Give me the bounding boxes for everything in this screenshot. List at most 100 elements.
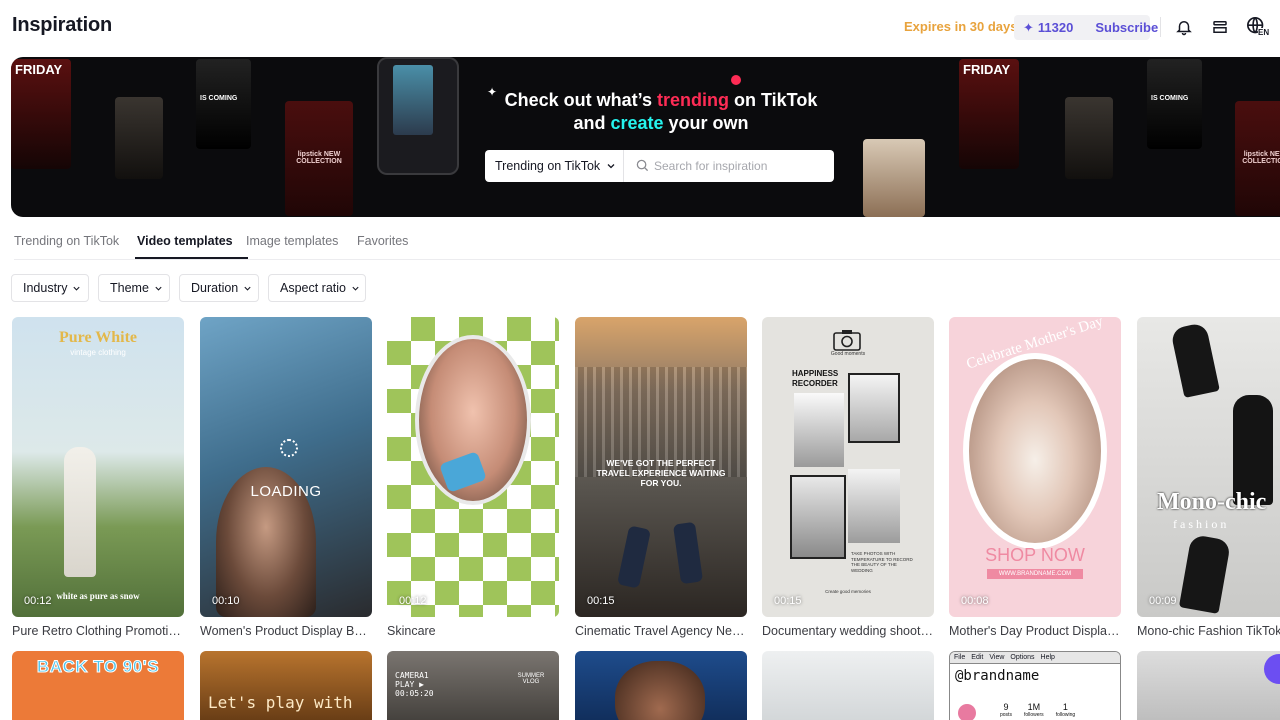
- banner-line-2: and create your own: [573, 113, 749, 133]
- card-overlay-top: Good moments: [830, 351, 866, 357]
- card-figure: [1178, 534, 1232, 614]
- banner-thumbnail: FRIDAY: [959, 59, 1019, 169]
- duration-label: 00:09: [1149, 595, 1177, 607]
- filter-industry[interactable]: Industry: [11, 274, 89, 302]
- template-card[interactable]: [575, 651, 747, 720]
- card-title[interactable]: Pure Retro Clothing Promotion...: [12, 624, 184, 638]
- duration-label: 00:10: [212, 595, 240, 607]
- duration-label: 00:12: [399, 595, 427, 607]
- card-overlay-subtitle: vintage clothing: [70, 348, 126, 357]
- card-overlay-bottom: Create good memories: [825, 589, 871, 594]
- avatar: [958, 704, 976, 720]
- template-card[interactable]: CAMERA1 PLAY ▶ 00:05:20 SUMMER VLOG: [387, 651, 559, 720]
- divider: [1160, 17, 1161, 37]
- template-tabs: Trending on TikTok Video templates Image…: [14, 234, 1280, 260]
- bell-icon[interactable]: [1173, 16, 1195, 38]
- chevron-down-icon: [73, 286, 81, 291]
- phone-mockup: [377, 57, 459, 175]
- tab-image-templates[interactable]: Image templates: [246, 234, 338, 248]
- card-overlay-title: WE'VE GOT THE PERFECT TRAVEL EXPERIENCE …: [596, 458, 726, 488]
- card-overlay-title: Let's play with: [208, 693, 353, 712]
- chevron-down-icon: [155, 286, 162, 291]
- decor-dot: [731, 75, 741, 85]
- duration-label: 00:12: [24, 595, 52, 607]
- card-photo: [790, 475, 846, 559]
- tab-video-templates[interactable]: Video templates: [137, 234, 233, 248]
- template-card[interactable]: BACK TO 90'S: [12, 651, 184, 720]
- card-overlay-subtitle: SUMMER VLOG: [517, 673, 545, 685]
- card-overlay-title: HAPPINESS RECORDER: [792, 369, 839, 388]
- search-scope-value: Trending on TikTok: [495, 159, 601, 173]
- language-code: EN: [1258, 28, 1270, 37]
- active-tab-indicator: [135, 257, 248, 259]
- card-title[interactable]: Skincare: [387, 624, 559, 638]
- search-scope-select[interactable]: Trending on TikTok: [485, 150, 624, 182]
- duration-label: 00:08: [961, 595, 989, 607]
- card-menu-bar: File Edit View Options Help: [950, 652, 1120, 664]
- card-photo: [794, 393, 844, 467]
- card-overlay-subtitle: SHOP NOW: [985, 545, 1085, 565]
- banner-line-1: Check out what’s trending on TikTok: [504, 90, 818, 110]
- card-title[interactable]: Mono-chic Fashion TikTok S...: [1137, 624, 1280, 638]
- credits-pill: ✦ 11320 Subscribe: [1014, 15, 1158, 40]
- stack-icon[interactable]: [1209, 16, 1231, 38]
- filter-theme[interactable]: Theme: [98, 274, 170, 302]
- card-overlay-title: Mono-chic: [1157, 489, 1267, 515]
- credits-count: 11320: [1037, 20, 1074, 35]
- template-card[interactable]: Let's play with: [200, 651, 372, 720]
- card-figure: [963, 353, 1107, 549]
- duration-label: 00:15: [587, 595, 615, 607]
- loading-spinner-icon: [280, 439, 298, 457]
- banner-thumbnail: IS COMING: [1147, 59, 1202, 149]
- banner-thumbnail: [1065, 97, 1113, 179]
- card-overlay-title: BACK TO 90'S: [36, 657, 160, 677]
- tab-favorites[interactable]: Favorites: [357, 234, 408, 248]
- template-card[interactable]: File Edit View Options Help @brandname 9 post…: [949, 651, 1121, 720]
- chevron-down-icon: [244, 286, 251, 291]
- template-card[interactable]: Celebrate Mother's Day SHOP NOW WWW.BRAN…: [949, 317, 1121, 617]
- template-card[interactable]: [762, 651, 934, 720]
- banner-thumbnail: [115, 97, 163, 179]
- card-figure: [617, 525, 651, 589]
- duration-label: 00:15: [774, 595, 802, 607]
- template-card[interactable]: Mono-chic fashion 00:09: [1137, 317, 1280, 617]
- banner-thumbnail: FRIDAY: [11, 59, 71, 169]
- card-photo: [848, 373, 900, 443]
- subscribe-button[interactable]: Subscribe: [1095, 20, 1158, 35]
- search-icon: [636, 159, 649, 172]
- template-card[interactable]: WE'VE GOT THE PERFECT TRAVEL EXPERIENCE …: [575, 317, 747, 617]
- template-card[interactable]: Pure White vintage clothing white as pur…: [12, 317, 184, 617]
- banner-thumbnail: IS COMING: [196, 59, 251, 149]
- template-card[interactable]: LOADING 00:10: [200, 317, 372, 617]
- expiry-notice: Expires in 30 days: [904, 19, 1018, 34]
- template-card[interactable]: Good moments HAPPINESS RECORDER TAKE PHO…: [762, 317, 934, 617]
- card-photo: [848, 469, 900, 543]
- sparkle-icon: ✦: [1023, 19, 1034, 35]
- card-overlay-title: Pure White: [58, 329, 138, 346]
- card-title[interactable]: Documentary wedding shooting: [762, 624, 934, 638]
- card-title[interactable]: Women's Product Display Beat...: [200, 624, 372, 638]
- card-title[interactable]: Mother's Day Product Display ...: [949, 624, 1121, 638]
- template-card[interactable]: 00:12: [387, 317, 559, 617]
- filter-aspect-ratio[interactable]: Aspect ratio: [268, 274, 366, 302]
- card-overlay-subtitle: fashion: [1173, 517, 1230, 531]
- card-overlay-title: LOADING: [250, 483, 322, 500]
- banner-headline: Check out what’s trending on TikTok and …: [481, 89, 841, 135]
- camera-icon: [833, 330, 861, 351]
- chevron-down-icon: [607, 164, 615, 169]
- card-figure: [615, 661, 705, 720]
- page-title: Inspiration: [12, 14, 113, 36]
- template-card[interactable]: [1137, 651, 1280, 720]
- top-bar: Inspiration Expires in 30 days ✦ 11320 S…: [0, 0, 1280, 56]
- globe-language-icon[interactable]: EN: [1246, 16, 1270, 38]
- filter-duration[interactable]: Duration: [179, 274, 259, 302]
- card-overlay-title: CAMERA1 PLAY ▶ 00:05:20: [395, 671, 434, 698]
- tab-trending-on-tiktok[interactable]: Trending on TikTok: [14, 234, 119, 248]
- card-title[interactable]: Cinematic Travel Agency New ...: [575, 624, 747, 638]
- card-overlay-bottom: WWW.BRANDNAME.COM: [987, 569, 1083, 579]
- card-figure: [672, 521, 704, 585]
- banner-thumbnail: [863, 139, 925, 217]
- card-overlay-subtitle: TAKE PHOTOS WITH TEMPERATURE TO RECORD T…: [851, 551, 913, 573]
- hero-banner: FRIDAY IS COMING lipstick NEW COLLECTION…: [11, 57, 1280, 217]
- search-input[interactable]: [624, 150, 834, 182]
